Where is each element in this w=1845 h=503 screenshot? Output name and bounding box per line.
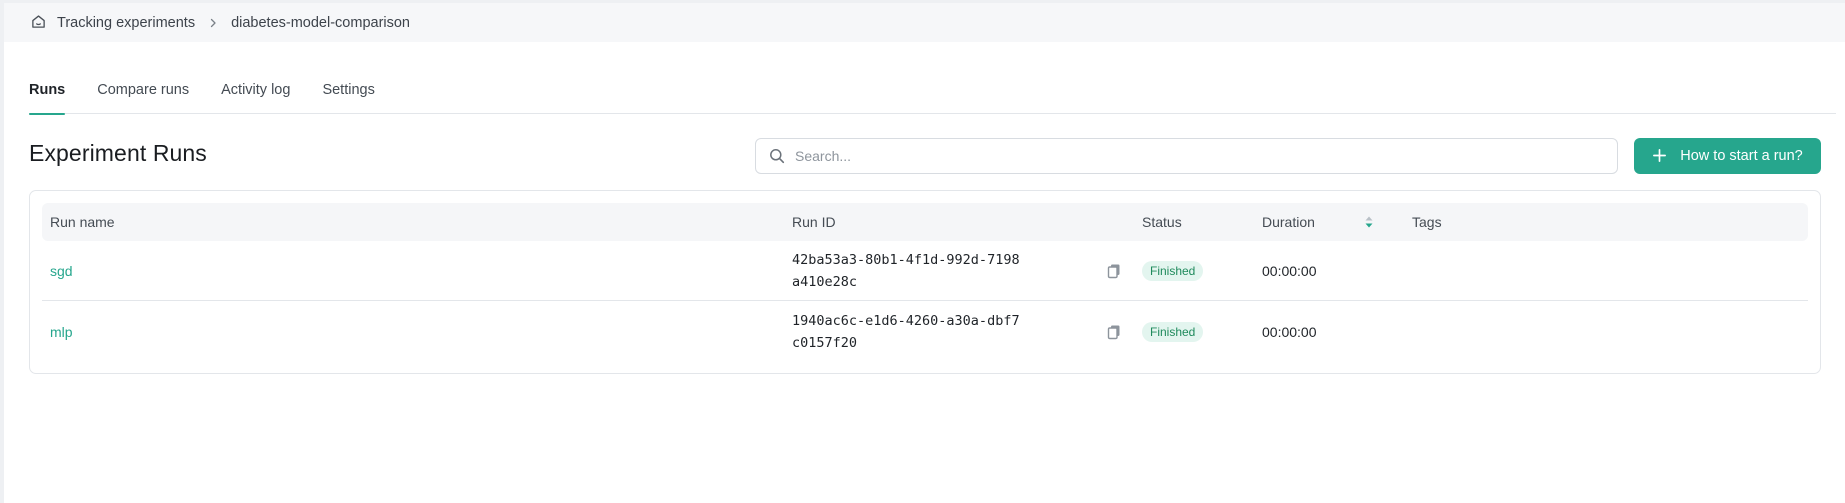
breadcrumb-home-link[interactable]: Tracking experiments: [57, 15, 195, 31]
page-title: Experiment Runs: [29, 140, 207, 166]
search-icon: [769, 148, 786, 165]
column-run-id[interactable]: Run ID: [792, 203, 836, 241]
duration-value: 00:00:00: [1262, 263, 1317, 279]
chevron-right-icon: [208, 18, 218, 28]
how-to-start-run-label: How to start a run?: [1680, 148, 1803, 164]
home-icon[interactable]: [31, 14, 48, 31]
search-input[interactable]: [795, 148, 1617, 164]
column-tags[interactable]: Tags: [1412, 203, 1442, 241]
column-duration[interactable]: Duration: [1262, 203, 1315, 241]
plus-icon: [1652, 148, 1668, 164]
breadcrumb: Tracking experiments diabetes-model-comp…: [4, 3, 1845, 42]
tab-settings[interactable]: Settings: [322, 80, 374, 114]
runs-table: Run name Run ID Status Duration Tags sgd…: [29, 190, 1821, 374]
status-badge: Finished: [1142, 261, 1204, 281]
run-name-link[interactable]: sgd: [50, 263, 73, 279]
status-badge: Finished: [1142, 322, 1204, 342]
tab-compare-runs[interactable]: Compare runs: [97, 80, 189, 114]
table-row: mlp 1940ac6c-e1d6-4260-a30a-dbf7c0157f20…: [42, 302, 1808, 362]
run-name-link[interactable]: mlp: [50, 324, 73, 340]
table-header: Run name Run ID Status Duration Tags: [42, 203, 1808, 241]
table-row: sgd 42ba53a3-80b1-4f1d-992d-7198a410e28c…: [42, 241, 1808, 301]
run-id: 42ba53a3-80b1-4f1d-992d-7198a410e28c: [792, 252, 1020, 290]
sort-icon[interactable]: [1364, 215, 1374, 229]
copy-icon[interactable]: [1106, 324, 1122, 340]
tab-bar: Runs Compare runs Activity log Settings: [29, 80, 1836, 115]
copy-icon[interactable]: [1106, 263, 1122, 279]
column-run-name[interactable]: Run name: [50, 203, 115, 241]
duration-value: 00:00:00: [1262, 324, 1317, 340]
search-box: [755, 138, 1618, 174]
how-to-start-run-button[interactable]: How to start a run?: [1634, 138, 1821, 174]
tab-activity-log[interactable]: Activity log: [221, 80, 290, 114]
tab-runs[interactable]: Runs: [29, 80, 66, 115]
run-id: 1940ac6c-e1d6-4260-a30a-dbf7c0157f20: [792, 313, 1020, 351]
column-status[interactable]: Status: [1142, 203, 1182, 241]
breadcrumb-current: diabetes-model-comparison: [231, 14, 410, 31]
